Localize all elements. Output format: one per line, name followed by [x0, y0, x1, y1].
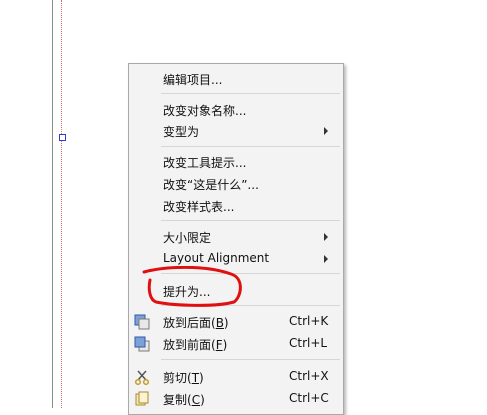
menu-item-copy[interactable]: 复制(C) Ctrl+C	[129, 388, 343, 410]
menu-item-label: 剪切(T)	[163, 371, 204, 385]
menu-item-label: 改变样式表...	[163, 200, 235, 214]
menu-separator	[161, 359, 340, 360]
menu-item-edit-items[interactable]: 编辑项目...	[129, 68, 343, 90]
menu-item-shortcut: Ctrl+L	[289, 336, 328, 350]
scissors-icon	[134, 369, 150, 386]
menu-item-shortcut: Ctrl+K	[289, 314, 329, 328]
menu-item-label: Layout Alignment	[163, 251, 270, 265]
menu-separator	[161, 273, 340, 274]
layout-guide-line	[61, 0, 62, 408]
menu-item-label: 改变工具提示...	[163, 156, 247, 170]
menu-item-promote-to[interactable]: 提升为...	[129, 280, 343, 302]
context-menu: 编辑项目... 改变对象名称... 变型为 改变工具提示... 改变“这是什么”…	[128, 63, 344, 415]
form-canvas-edge	[52, 0, 64, 408]
bring-to-front-icon	[134, 336, 150, 352]
submenu-arrow-icon	[324, 233, 328, 241]
menu-item-label: 变型为	[163, 125, 200, 139]
menu-separator	[161, 305, 340, 306]
menu-separator	[161, 146, 340, 147]
menu-item-shortcut: Ctrl+X	[289, 369, 329, 383]
menu-item-send-to-back[interactable]: 放到后面(B) Ctrl+K	[129, 311, 343, 333]
menu-item-label: 改变对象名称...	[163, 104, 247, 118]
menu-separator	[161, 220, 340, 221]
menu-item-label: 编辑项目...	[163, 73, 223, 87]
menu-item-morph-into[interactable]: 变型为	[129, 120, 343, 142]
menu-item-rename-object[interactable]: 改变对象名称...	[129, 99, 343, 121]
selection-handle[interactable]	[59, 134, 66, 141]
menu-item-label: 提升为...	[163, 285, 211, 299]
menu-item-size-constraints[interactable]: 大小限定	[129, 226, 343, 248]
menu-item-label: 放到前面(F)	[163, 338, 228, 352]
menu-item-shortcut: Ctrl+C	[289, 391, 329, 405]
menu-item-change-tooltip[interactable]: 改变工具提示...	[129, 151, 343, 173]
submenu-arrow-icon	[324, 127, 328, 135]
menu-item-label: 复制(C)	[163, 393, 205, 407]
menu-item-label: 改变“这是什么”...	[163, 178, 259, 192]
menu-item-layout-alignment[interactable]: Layout Alignment	[129, 248, 343, 270]
send-to-back-icon	[134, 314, 150, 330]
menu-item-change-stylesheet[interactable]: 改变样式表...	[129, 195, 343, 217]
menu-item-cut[interactable]: 剪切(T) Ctrl+X	[129, 366, 343, 388]
canvas-border-line	[52, 0, 53, 408]
menu-item-change-whats-this[interactable]: 改变“这是什么”...	[129, 173, 343, 195]
menu-separator	[161, 93, 340, 94]
copy-icon	[134, 391, 150, 407]
submenu-arrow-icon	[324, 255, 328, 263]
menu-item-label: 放到后面(B)	[163, 316, 229, 330]
menu-item-label: 大小限定	[163, 231, 212, 245]
menu-item-bring-to-front[interactable]: 放到前面(F) Ctrl+L	[129, 333, 343, 355]
